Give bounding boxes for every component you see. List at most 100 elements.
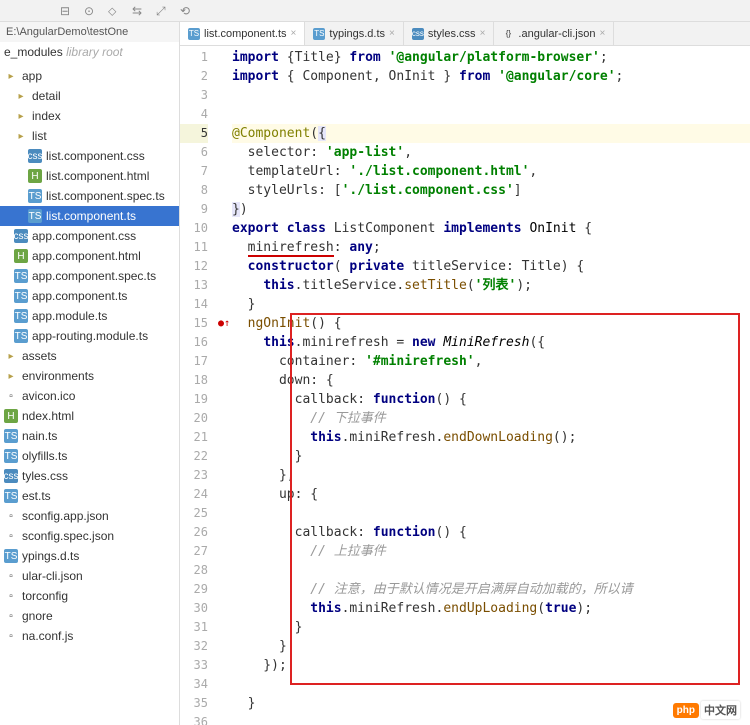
code-line[interactable]: export class ListComponent implements On…	[232, 219, 750, 238]
tree-item[interactable]: ▸assets	[0, 346, 179, 366]
close-icon[interactable]: ×	[291, 28, 297, 39]
tree-item[interactable]: ▸environments	[0, 366, 179, 386]
code-line[interactable]: this.miniRefresh.endDownLoading();	[232, 428, 750, 447]
code-line[interactable]: ngOnInit() {	[232, 314, 750, 333]
code-line[interactable]: });	[232, 656, 750, 675]
tree-item[interactable]: ▫avicon.ico	[0, 386, 179, 406]
file-icon: ▫	[4, 509, 18, 523]
code-line[interactable]	[232, 561, 750, 580]
code-line[interactable]: minirefresh: any;	[232, 238, 750, 257]
tree-item[interactable]: ▫sconfig.spec.json	[0, 526, 179, 546]
tree-item[interactable]: cssapp.component.css	[0, 226, 179, 246]
tree-item-label: na.conf.js	[22, 629, 73, 643]
code-line[interactable]: }	[232, 295, 750, 314]
code-line[interactable]: this.titleService.setTitle('列表');	[232, 276, 750, 295]
code-line[interactable]: selector: 'app-list',	[232, 143, 750, 162]
code-line[interactable]: // 上拉事件	[232, 542, 750, 561]
code-line[interactable]: styleUrls: ['./list.component.css']	[232, 181, 750, 200]
code-line[interactable]: container: '#minirefresh',	[232, 352, 750, 371]
toolbar-icon[interactable]: ⊙	[84, 4, 98, 18]
tree-item[interactable]: ▫sconfig.app.json	[0, 506, 179, 526]
line-number: 25	[180, 504, 208, 523]
ts-icon: TS	[28, 209, 42, 223]
tree-item[interactable]: ▸app	[0, 66, 179, 86]
code-line[interactable]: })	[232, 200, 750, 219]
gutter-mark	[216, 238, 232, 257]
close-icon[interactable]: ×	[599, 28, 605, 39]
editor-tab[interactable]: TStypings.d.ts×	[305, 22, 403, 45]
code-line[interactable]	[232, 675, 750, 694]
tree-item[interactable]: TSnain.ts	[0, 426, 179, 446]
tree-item[interactable]: TSypings.d.ts	[0, 546, 179, 566]
editor-tab[interactable]: TSlist.component.ts×	[180, 22, 305, 45]
gutter-mark	[216, 219, 232, 238]
line-number: 5	[180, 124, 208, 143]
code-line[interactable]: // 下拉事件	[232, 409, 750, 428]
tree-item[interactable]: ▸list	[0, 126, 179, 146]
line-number: 13	[180, 276, 208, 295]
tree-item[interactable]: csslist.component.css	[0, 146, 179, 166]
toolbar-icon[interactable]: ⤢	[156, 4, 170, 18]
line-number: 20	[180, 409, 208, 428]
tree-item-label: list.component.spec.ts	[46, 189, 165, 203]
code-line[interactable]: this.minirefresh = new MiniRefresh({	[232, 333, 750, 352]
line-number: 26	[180, 523, 208, 542]
code-line[interactable]: // 注意，由于默认情况是开启满屏自动加载的，所以请	[232, 580, 750, 599]
close-icon[interactable]: ×	[480, 28, 486, 39]
code-line[interactable]: constructor( private titleService: Title…	[232, 257, 750, 276]
editor-tab[interactable]: {}.angular-cli.json×	[494, 22, 614, 45]
ts-icon: TS	[313, 28, 325, 40]
code-editor[interactable]: 1234567891011121314151617181920212223242…	[180, 46, 750, 725]
tree-item[interactable]: Hndex.html	[0, 406, 179, 426]
top-toolbar: ⊟ ⊙ ⬦ ⇆ ⤢ ⟲	[0, 0, 750, 22]
tree-item-label: app.component.spec.ts	[32, 269, 156, 283]
code-content[interactable]: import {Title} from '@angular/platform-b…	[232, 46, 750, 725]
toolbar-icon[interactable]: ⬦	[108, 4, 122, 18]
code-line[interactable]: }	[232, 447, 750, 466]
code-line[interactable]: }	[232, 637, 750, 656]
code-line[interactable]: import { Component, OnInit } from '@angu…	[232, 67, 750, 86]
code-line[interactable]: },	[232, 466, 750, 485]
tree-item[interactable]: TSlist.component.ts	[0, 206, 179, 226]
tree-item[interactable]: csstyles.css	[0, 466, 179, 486]
code-line[interactable]: up: {	[232, 485, 750, 504]
code-line[interactable]	[232, 86, 750, 105]
file-tree[interactable]: ▸app▸detail▸index▸listcsslist.component.…	[0, 62, 179, 646]
tree-item-label: ular-cli.json	[22, 569, 83, 583]
tree-item[interactable]: TSapp-routing.module.ts	[0, 326, 179, 346]
tree-item[interactable]: ▫torconfig	[0, 586, 179, 606]
tree-item[interactable]: TSapp.component.ts	[0, 286, 179, 306]
tree-item[interactable]: ▫gnore	[0, 606, 179, 626]
tree-item[interactable]: TSapp.component.spec.ts	[0, 266, 179, 286]
ts-icon: TS	[4, 549, 18, 563]
code-line[interactable]: @Component({	[232, 124, 750, 143]
tree-item-label: nain.ts	[22, 429, 57, 443]
toolbar-icon[interactable]: ⊟	[60, 4, 74, 18]
code-line[interactable]	[232, 504, 750, 523]
toolbar-icon[interactable]: ⟲	[180, 4, 194, 18]
tree-item[interactable]: ▫na.conf.js	[0, 626, 179, 646]
tree-item[interactable]: Hlist.component.html	[0, 166, 179, 186]
code-line[interactable]: callback: function() {	[232, 390, 750, 409]
code-line[interactable]: down: {	[232, 371, 750, 390]
code-line[interactable]: callback: function() {	[232, 523, 750, 542]
tree-item[interactable]: Happ.component.html	[0, 246, 179, 266]
editor-tab[interactable]: cssstyles.css×	[404, 22, 495, 45]
tree-item[interactable]: ▸index	[0, 106, 179, 126]
code-line[interactable]	[232, 105, 750, 124]
code-line[interactable]: import {Title} from '@angular/platform-b…	[232, 48, 750, 67]
line-number: 16	[180, 333, 208, 352]
modules-row[interactable]: e_modules library root	[0, 42, 179, 62]
tree-item[interactable]: ▫ular-cli.json	[0, 566, 179, 586]
code-line[interactable]: }	[232, 618, 750, 637]
tree-item[interactable]: TSapp.module.ts	[0, 306, 179, 326]
close-icon[interactable]: ×	[389, 28, 395, 39]
tree-item[interactable]: TSlist.component.spec.ts	[0, 186, 179, 206]
code-line[interactable]: templateUrl: './list.component.html',	[232, 162, 750, 181]
code-line[interactable]: this.miniRefresh.endUpLoading(true);	[232, 599, 750, 618]
tree-item[interactable]: ▸detail	[0, 86, 179, 106]
toolbar-icon[interactable]: ⇆	[132, 4, 146, 18]
line-number: 28	[180, 561, 208, 580]
tree-item[interactable]: TSolyfills.ts	[0, 446, 179, 466]
tree-item[interactable]: TSest.ts	[0, 486, 179, 506]
